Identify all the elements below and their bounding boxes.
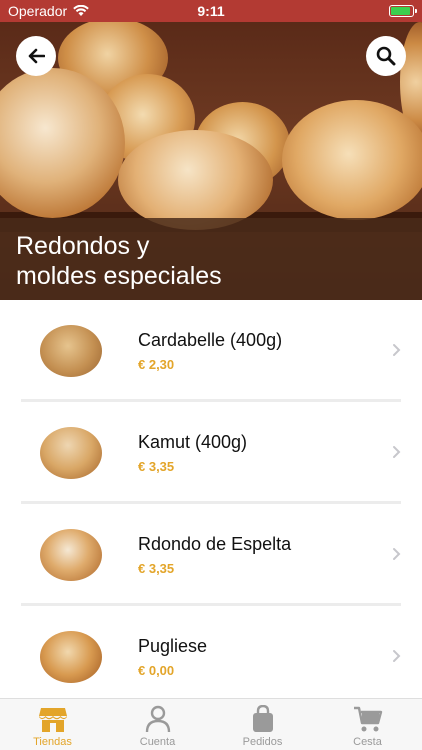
tab-bar: Tiendas Cuenta Pedidos Cesta: [0, 698, 422, 750]
store-icon: [38, 708, 67, 732]
product-name: Kamut (400g): [138, 432, 248, 452]
product-image: [40, 427, 102, 479]
arrow-left-icon: [28, 48, 45, 64]
product-row[interactable]: Rdondo de Espelta € 3,35: [0, 504, 422, 606]
search-icon: [376, 46, 396, 66]
tab-pedidos[interactable]: Pedidos: [210, 699, 315, 750]
user-icon: [145, 705, 170, 733]
tab-tiendas[interactable]: Tiendas: [0, 699, 105, 750]
chevron-right-icon: [393, 548, 401, 560]
category-hero-image: Redondos y moldes especiales: [0, 22, 422, 300]
chevron-right-icon: [393, 344, 401, 356]
category-title-line1: Redondos y: [16, 232, 150, 260]
product-name: Pugliese: [138, 636, 208, 656]
tab-cesta[interactable]: Cesta: [315, 699, 420, 750]
tab-label: Tiendas: [33, 736, 72, 748]
battery-icon: [389, 5, 417, 17]
product-image: [40, 529, 102, 581]
category-title-line2: moldes especiales: [16, 262, 222, 290]
product-price: € 3,35: [138, 459, 175, 474]
product-row[interactable]: Cardabelle (400g) € 2,30: [0, 300, 422, 402]
chevron-right-icon: [393, 650, 401, 662]
bag-icon: [252, 705, 273, 732]
product-row[interactable]: Pugliese € 0,00: [0, 606, 422, 708]
product-price: € 3,35: [138, 561, 175, 576]
cart-icon: [353, 706, 382, 732]
product-price: € 2,30: [138, 357, 175, 372]
clock: 9:11: [197, 3, 225, 19]
search-button[interactable]: [366, 36, 406, 76]
tab-label: Cuenta: [139, 736, 176, 748]
tab-label: Cesta: [353, 736, 382, 748]
status-bar: Operador 9:11: [0, 0, 422, 22]
tab-label: Pedidos: [242, 736, 283, 748]
product-row[interactable]: Kamut (400g) € 3,35: [0, 402, 422, 504]
product-name: Cardabelle (400g): [138, 330, 283, 350]
battery-fill: [391, 7, 410, 15]
tab-cuenta[interactable]: Cuenta: [105, 699, 210, 750]
product-price: € 0,00: [138, 663, 175, 678]
bread-loaf-image: [118, 130, 273, 230]
category-title: Redondos y moldes especiales: [16, 231, 316, 291]
product-image: [40, 325, 102, 377]
back-button[interactable]: [16, 36, 56, 76]
battery-tip: [415, 9, 417, 13]
bread-loaf-image: [282, 100, 422, 220]
product-image: [40, 631, 102, 683]
chevron-right-icon: [393, 446, 401, 458]
product-name: Rdondo de Espelta: [138, 534, 292, 554]
